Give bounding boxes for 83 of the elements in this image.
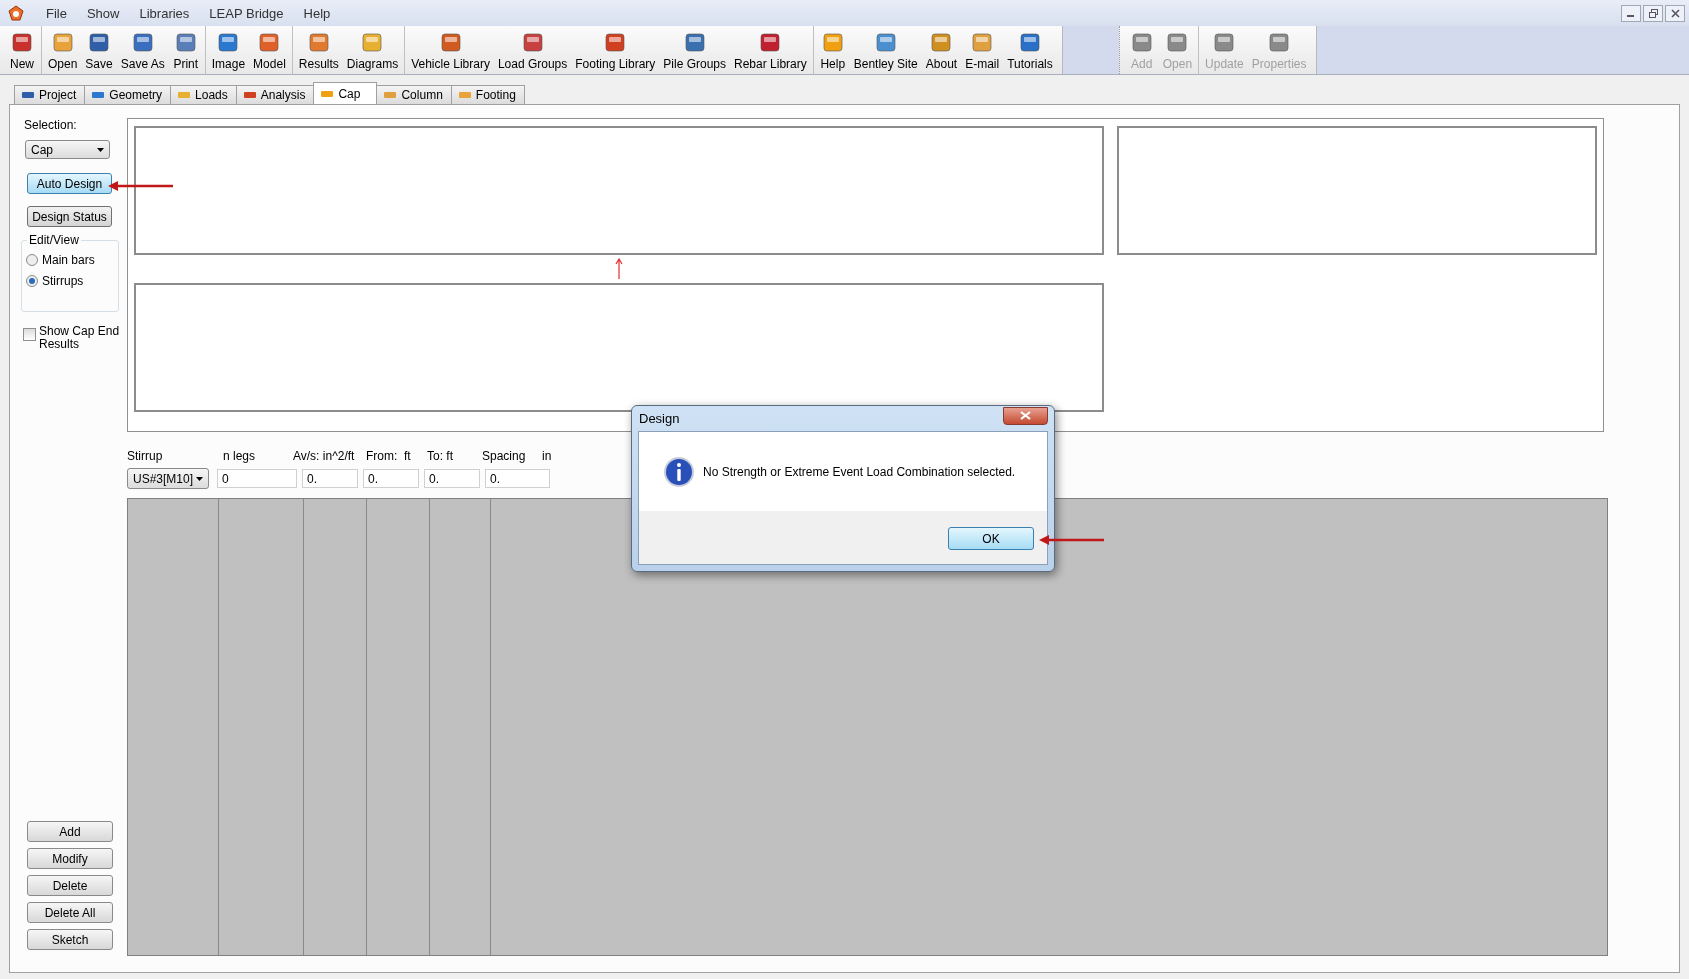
action-button[interactable]: Delete bbox=[27, 875, 113, 896]
restore-icon bbox=[1648, 8, 1658, 18]
toolbar-button[interactable]: Tutorials bbox=[1003, 26, 1057, 74]
toolbar-button[interactable]: E-mail bbox=[961, 26, 1004, 74]
info-icon bbox=[663, 455, 695, 488]
toolbar-button[interactable]: Bentley Site bbox=[849, 26, 922, 74]
radio-option[interactable]: Main bars bbox=[26, 253, 95, 267]
tab[interactable]: Loads bbox=[170, 85, 237, 104]
toolbar-button[interactable]: Save As bbox=[116, 26, 169, 74]
toolbar-button[interactable]: Diagrams bbox=[342, 26, 403, 74]
toolbar-button[interactable]: Image bbox=[207, 26, 250, 74]
tab-icon bbox=[21, 89, 35, 101]
close-icon bbox=[1670, 8, 1680, 18]
tab-icon bbox=[177, 89, 192, 101]
close-button[interactable] bbox=[1003, 406, 1048, 425]
restore-button[interactable] bbox=[1643, 4, 1663, 22]
column-label: n legs bbox=[223, 449, 257, 463]
toolbar-button[interactable]: Help bbox=[815, 26, 850, 74]
menu-item[interactable]: Show bbox=[78, 3, 128, 23]
selection-label: Selection: bbox=[24, 118, 78, 132]
input-field[interactable]: 0. bbox=[424, 469, 480, 488]
toolbar-button[interactable]: Results bbox=[294, 26, 343, 74]
show-cap-end-checkbox[interactable]: Show Cap End Results bbox=[23, 325, 129, 351]
tab[interactable]: Geometry bbox=[84, 85, 172, 104]
menu-item[interactable]: Help bbox=[295, 3, 339, 23]
action-button[interactable]: Add bbox=[27, 821, 113, 842]
sidebar-button[interactable]: Design Status bbox=[27, 206, 112, 227]
radio-button[interactable] bbox=[26, 254, 38, 266]
column-label: Av/s: in^2/ft bbox=[293, 449, 356, 463]
toolbar-button[interactable]: Footing Library bbox=[571, 26, 660, 74]
tab-icon bbox=[457, 89, 472, 101]
toolbar-button[interactable]: Print bbox=[168, 26, 203, 74]
toolbar-button[interactable]: Model bbox=[249, 26, 290, 74]
stirrup-dropdown[interactable]: US#3[M10] bbox=[127, 468, 209, 489]
app-logo-icon bbox=[8, 5, 24, 21]
input-field[interactable]: 0. bbox=[485, 469, 550, 488]
input-field[interactable]: 0 bbox=[217, 469, 297, 488]
radio-button[interactable] bbox=[26, 275, 38, 287]
action-button[interactable]: Delete All bbox=[27, 902, 113, 923]
column-label: in bbox=[542, 449, 553, 463]
toolbar-button[interactable]: Pile Groups bbox=[659, 26, 731, 74]
tab-icon bbox=[242, 89, 257, 101]
tab[interactable]: Column bbox=[376, 85, 452, 104]
close-button[interactable] bbox=[1665, 4, 1685, 22]
column-label: Stirrup bbox=[127, 449, 164, 463]
menu-item[interactable]: File bbox=[38, 3, 75, 23]
caret-icon bbox=[97, 147, 104, 152]
tab-icon bbox=[383, 89, 398, 101]
toolbar-button[interactable]: Open bbox=[44, 26, 82, 74]
tab[interactable]: Cap bbox=[313, 82, 378, 104]
tab-icon bbox=[91, 89, 106, 101]
radio-option[interactable]: Stirrups bbox=[26, 274, 84, 288]
menu-item[interactable]: Libraries bbox=[131, 3, 198, 23]
annotation-arrow bbox=[1039, 535, 1105, 545]
close-icon bbox=[1020, 411, 1031, 420]
caret-icon bbox=[196, 476, 203, 481]
toolbar-button[interactable]: Save bbox=[81, 26, 117, 74]
ok-button[interactable]: OK bbox=[948, 527, 1034, 550]
minimize-button[interactable] bbox=[1621, 4, 1641, 22]
menu-item[interactable]: LEAP Bridge bbox=[201, 3, 292, 23]
dialog-message: No Strength or Extreme Event Load Combination selected. bbox=[703, 464, 1016, 479]
checkbox[interactable] bbox=[23, 328, 36, 341]
toolbar-button[interactable]: New bbox=[5, 26, 39, 74]
up-arrow-icon bbox=[615, 258, 624, 280]
group-title: Edit/View bbox=[27, 233, 81, 247]
dialog-title: Design bbox=[639, 411, 680, 426]
toolbar-button[interactable]: Vehicle Library bbox=[407, 26, 494, 74]
tab[interactable]: Project bbox=[14, 85, 86, 104]
action-button[interactable]: Modify bbox=[27, 848, 113, 869]
action-button[interactable]: Sketch bbox=[27, 929, 113, 950]
input-field[interactable]: 0. bbox=[363, 469, 419, 488]
toolbar-button[interactable]: Load Groups bbox=[493, 26, 572, 74]
column-label: Spacing bbox=[482, 449, 527, 463]
toolbar-button[interactable]: Rebar Library bbox=[730, 26, 811, 74]
selection-dropdown[interactable]: Cap bbox=[25, 140, 110, 159]
column-label: To: ft bbox=[427, 449, 454, 463]
input-field[interactable]: 0. bbox=[302, 469, 358, 488]
annotation-arrow bbox=[108, 181, 174, 191]
toolbar-button[interactable]: About bbox=[921, 26, 962, 74]
sidebar-button[interactable]: Auto Design bbox=[27, 173, 112, 194]
column-label: From: ft bbox=[366, 449, 412, 463]
tab[interactable]: Footing bbox=[450, 85, 525, 104]
tab[interactable]: Analysis bbox=[235, 85, 315, 104]
